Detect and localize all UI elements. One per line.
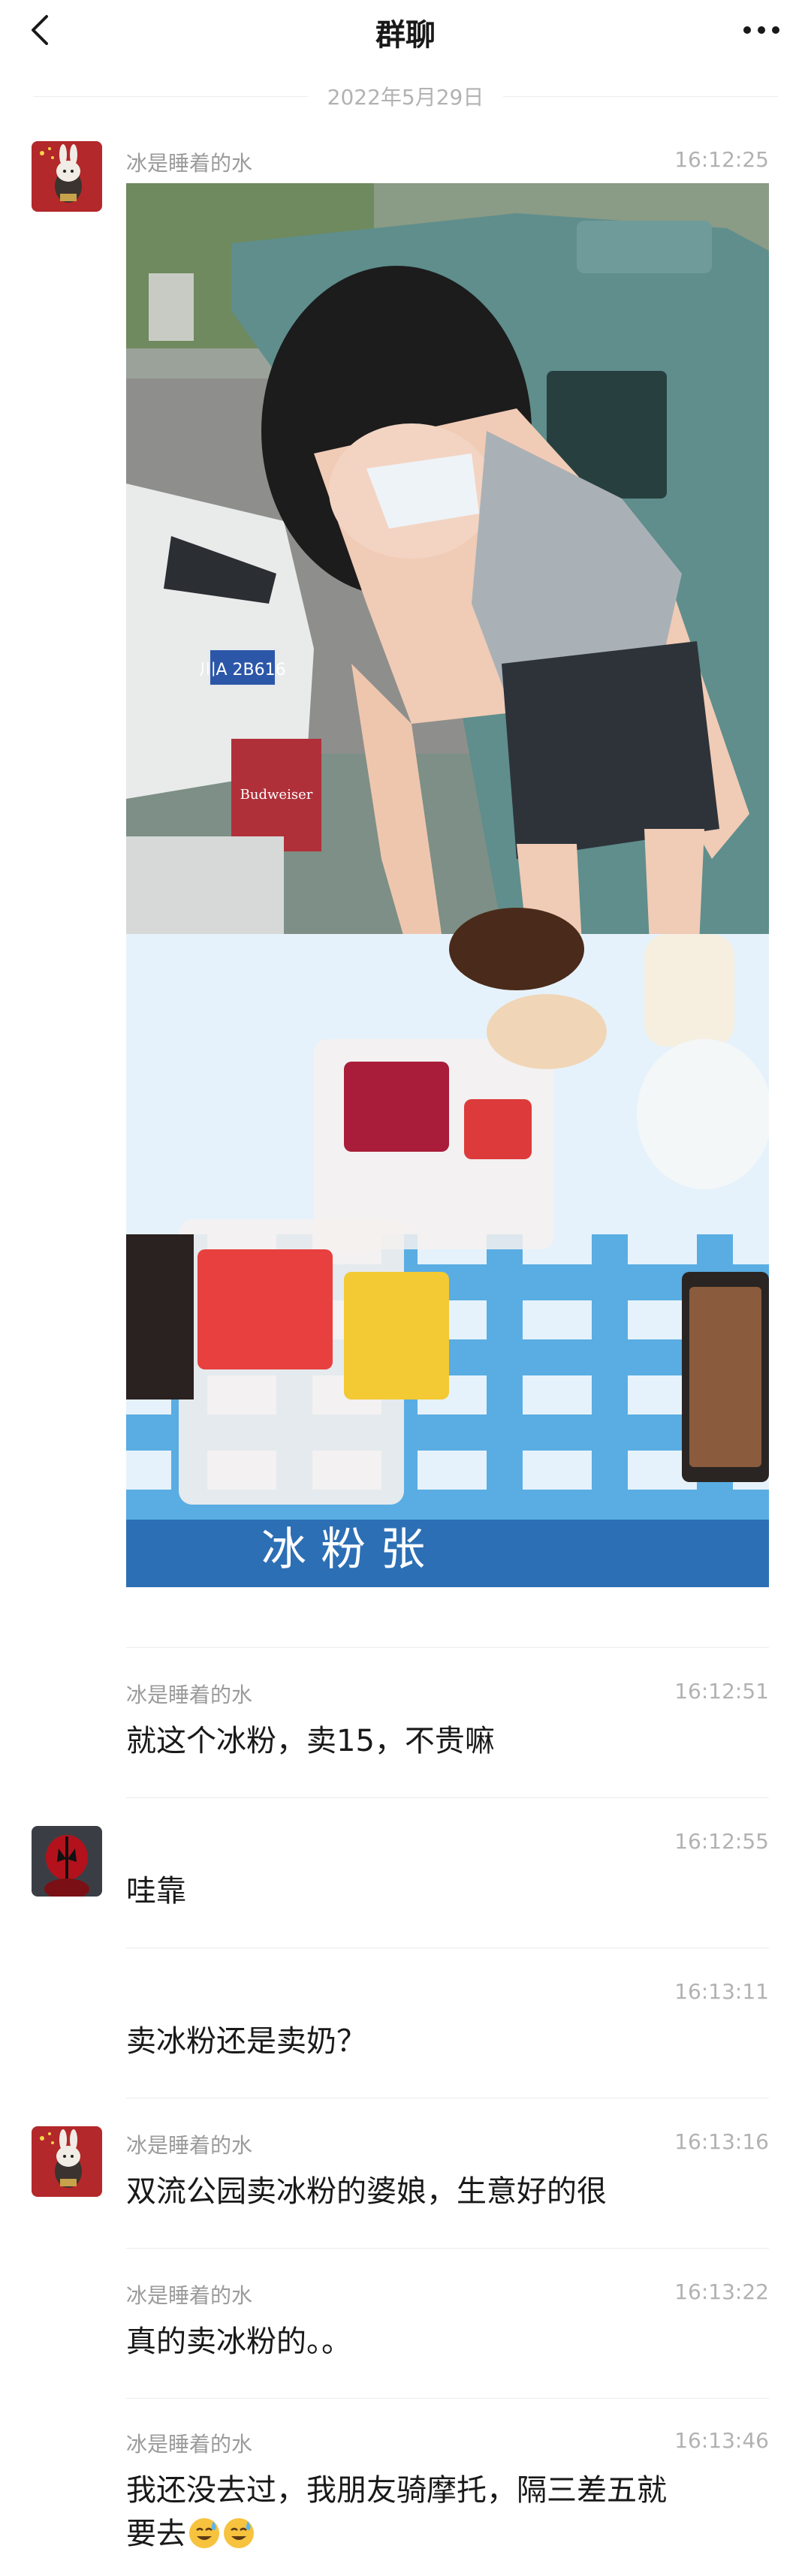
message-time: 16:13:22 (674, 2279, 769, 2304)
message-time: 16:12:51 (674, 1679, 769, 1704)
message-text-line-2-words: 要去 (126, 2517, 186, 2551)
avatar[interactable] (32, 2126, 102, 2197)
sender-name: 冰是睡着的水 (126, 151, 253, 176)
page-title: 群聊 (375, 18, 436, 53)
banner-text: 冰 粉 张 (261, 1523, 425, 1576)
more-dots-icon[interactable] (743, 24, 779, 36)
divider (126, 1647, 769, 1648)
message-text: 哇靠 (126, 1874, 186, 1909)
rabbit-avatar-icon (32, 141, 102, 212)
avatar[interactable] (32, 141, 102, 212)
message-text-line-2: 要去 (126, 2512, 779, 2556)
divider (126, 2398, 769, 2399)
message-photo[interactable]: 川A 2B616 Budweiser 冰 粉 张 (126, 183, 769, 1587)
date-separator: 2022年5月29日 (33, 81, 779, 111)
sender-name: 冰是睡着的水 (126, 2432, 253, 2457)
message-time: 16:12:25 (674, 147, 769, 172)
divider (126, 2248, 769, 2249)
message-text: 双流公园卖冰粉的婆娘，生意好的很 (126, 2174, 607, 2209)
message-text-line: 我还没去过，我朋友骑摩托，隔三差五就 (126, 2473, 667, 2508)
message-text: 我还没去过，我朋友骑摩托，隔三差五就 要去 (126, 2469, 779, 2556)
sender-name: 冰是睡着的水 (126, 2283, 253, 2308)
message-time: 16:13:46 (674, 2428, 769, 2453)
date-text: 2022年5月29日 (327, 85, 484, 110)
divider (126, 1797, 769, 1798)
sender-name: 冰是睡着的水 (126, 1683, 253, 1707)
deadpool-avatar-icon (32, 1826, 102, 1897)
message-time: 16:13:11 (674, 1979, 769, 2004)
message-time: 16:12:55 (674, 1829, 769, 1854)
sweat-smile-emoji-icon (189, 2518, 219, 2548)
top-bar: 群聊 (0, 0, 811, 75)
license-plate-text: 川A 2B616 (199, 661, 285, 679)
rabbit-avatar-icon (32, 2126, 102, 2197)
sender-name: 冰是睡着的水 (126, 2133, 253, 2158)
message-time: 16:13:16 (674, 2129, 769, 2154)
avatar[interactable] (32, 1826, 102, 1897)
message-text: 真的卖冰粉的。。 (126, 2324, 351, 2359)
message-text: 就这个冰粉，卖15，不贵嘛 (126, 1724, 495, 1758)
sweat-smile-emoji-icon (224, 2518, 254, 2548)
message-text: 卖冰粉还是卖奶？ (126, 2024, 366, 2059)
box-label-text: Budweiser (240, 787, 313, 803)
